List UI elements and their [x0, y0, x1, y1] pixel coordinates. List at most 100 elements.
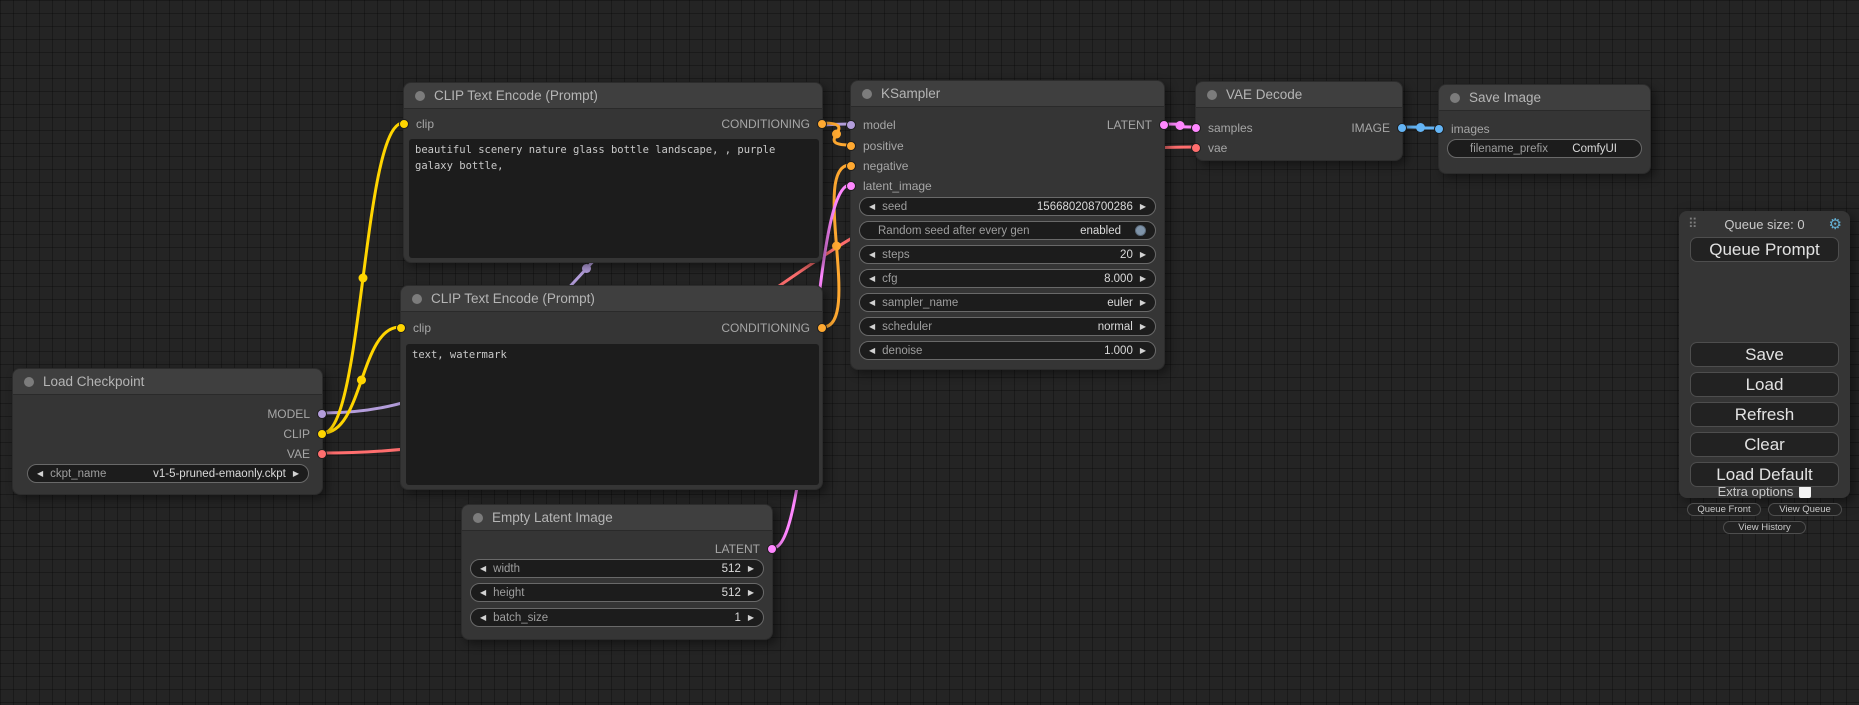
image-slot-dot[interactable] — [1397, 123, 1407, 133]
input-slot-samples[interactable]: samples — [1191, 121, 1253, 135]
vae-slot-dot[interactable] — [1191, 143, 1201, 153]
decrement-arrow-icon[interactable]: ◀ — [480, 589, 486, 597]
load-default-button[interactable]: Load Default — [1690, 462, 1839, 487]
decrement-arrow-icon[interactable]: ◀ — [869, 275, 875, 283]
node-title-bar[interactable]: Load Checkpoint — [13, 369, 322, 395]
decrement-arrow-icon[interactable]: ◀ — [480, 565, 486, 573]
node-title-bar[interactable]: Empty Latent Image — [462, 505, 772, 531]
steps-widget[interactable]: ◀ steps 20 ▶ — [859, 245, 1156, 264]
collapse-dot-icon[interactable] — [415, 91, 425, 101]
node-title-bar[interactable]: Save Image — [1439, 85, 1650, 111]
refresh-button[interactable]: Refresh — [1690, 402, 1839, 427]
latent-slot-dot[interactable] — [846, 181, 856, 191]
increment-arrow-icon[interactable]: ▶ — [293, 470, 299, 478]
increment-arrow-icon[interactable]: ▶ — [1140, 203, 1146, 211]
increment-arrow-icon[interactable]: ▶ — [1140, 323, 1146, 331]
decrement-arrow-icon[interactable]: ◀ — [37, 470, 43, 478]
cfg-widget[interactable]: ◀ cfg 8.000 ▶ — [859, 269, 1156, 288]
ckpt-name-widget[interactable]: ◀ ckpt_name v1-5-pruned-emaonly.ckpt ▶ — [27, 464, 309, 483]
input-slot-model[interactable]: model — [846, 118, 896, 132]
output-slot-latent[interactable]: LATENT — [1107, 118, 1169, 132]
denoise-widget[interactable]: ◀ denoise 1.000 ▶ — [859, 341, 1156, 360]
clip-slot-dot[interactable] — [317, 429, 327, 439]
sampler-name-widget[interactable]: ◀ sampler_name euler ▶ — [859, 293, 1156, 312]
seed-widget[interactable]: ◀ seed 156680208700286 ▶ — [859, 197, 1156, 216]
node-ksampler[interactable]: KSampler model positive negative latent_… — [850, 80, 1165, 370]
filename-prefix-widget[interactable]: filename_prefix ComfyUI — [1447, 139, 1642, 158]
input-slot-positive[interactable]: positive — [846, 139, 904, 153]
height-widget[interactable]: ◀ height 512 ▶ — [470, 583, 764, 602]
node-vae-decode[interactable]: VAE Decode samples vae IMAGE — [1195, 81, 1403, 161]
node-graph-canvas[interactable]: Load Checkpoint MODEL CLIP VAE ◀ ckpt_na… — [0, 0, 1859, 705]
width-widget[interactable]: ◀ width 512 ▶ — [470, 559, 764, 578]
node-clip-text-encode-positive[interactable]: CLIP Text Encode (Prompt) clip CONDITION… — [403, 82, 823, 263]
collapse-dot-icon[interactable] — [412, 294, 422, 304]
decrement-arrow-icon[interactable]: ◀ — [869, 347, 875, 355]
input-slot-negative[interactable]: negative — [846, 159, 908, 173]
save-button[interactable]: Save — [1690, 342, 1839, 367]
node-empty-latent-image[interactable]: Empty Latent Image LATENT ◀ width 512 ▶ … — [461, 504, 773, 640]
queue-panel[interactable]: ⠿ Queue size: 0 ⚙ Queue Prompt Extra opt… — [1679, 211, 1850, 498]
model-slot-dot[interactable] — [846, 120, 856, 130]
increment-arrow-icon[interactable]: ▶ — [748, 614, 754, 622]
node-load-checkpoint[interactable]: Load Checkpoint MODEL CLIP VAE ◀ ckpt_na… — [12, 368, 323, 495]
increment-arrow-icon[interactable]: ▶ — [1140, 275, 1146, 283]
clear-button[interactable]: Clear — [1690, 432, 1839, 457]
node-title-bar[interactable]: VAE Decode — [1196, 82, 1402, 108]
input-slot-latent-image[interactable]: latent_image — [846, 179, 932, 193]
conditioning-slot-dot[interactable] — [817, 323, 827, 333]
increment-arrow-icon[interactable]: ▶ — [1140, 251, 1146, 259]
node-title-bar[interactable]: KSampler — [851, 81, 1164, 107]
prompt-textarea[interactable]: beautiful scenery nature glass bottle la… — [409, 139, 819, 258]
increment-arrow-icon[interactable]: ▶ — [748, 589, 754, 597]
latent-slot-dot[interactable] — [767, 544, 777, 554]
increment-arrow-icon[interactable]: ▶ — [1140, 347, 1146, 355]
scheduler-widget[interactable]: ◀ scheduler normal ▶ — [859, 317, 1156, 336]
collapse-dot-icon[interactable] — [1450, 93, 1460, 103]
increment-arrow-icon[interactable]: ▶ — [748, 565, 754, 573]
output-slot-image[interactable]: IMAGE — [1351, 121, 1407, 135]
vae-slot-dot[interactable] — [317, 449, 327, 459]
output-slot-clip[interactable]: CLIP — [283, 427, 327, 441]
input-slot-clip[interactable]: clip — [399, 117, 434, 131]
queue-prompt-button[interactable]: Queue Prompt — [1690, 237, 1839, 262]
node-title-bar[interactable]: CLIP Text Encode (Prompt) — [404, 83, 822, 109]
view-history-button[interactable]: View History — [1723, 521, 1806, 534]
view-queue-button[interactable]: View Queue — [1768, 503, 1842, 516]
collapse-dot-icon[interactable] — [473, 513, 483, 523]
load-button[interactable]: Load — [1690, 372, 1839, 397]
output-slot-vae[interactable]: VAE — [287, 447, 327, 461]
random-seed-widget[interactable]: Random seed after every gen enabled — [859, 221, 1156, 240]
decrement-arrow-icon[interactable]: ◀ — [869, 299, 875, 307]
output-slot-latent[interactable]: LATENT — [715, 542, 777, 556]
batch-size-widget[interactable]: ◀ batch_size 1 ▶ — [470, 608, 764, 627]
decrement-arrow-icon[interactable]: ◀ — [869, 323, 875, 331]
random-seed-toggle[interactable] — [1135, 225, 1146, 236]
decrement-arrow-icon[interactable]: ◀ — [869, 251, 875, 259]
model-slot-dot[interactable] — [317, 409, 327, 419]
output-slot-conditioning[interactable]: CONDITIONING — [721, 117, 827, 131]
collapse-dot-icon[interactable] — [862, 89, 872, 99]
input-slot-images[interactable]: images — [1434, 122, 1490, 136]
latent-slot-dot[interactable] — [1191, 123, 1201, 133]
input-slot-vae[interactable]: vae — [1191, 141, 1227, 155]
node-save-image[interactable]: Save Image images filename_prefix ComfyU… — [1438, 84, 1651, 174]
output-slot-model[interactable]: MODEL — [267, 407, 327, 421]
clip-slot-dot[interactable] — [396, 323, 406, 333]
decrement-arrow-icon[interactable]: ◀ — [480, 614, 486, 622]
clip-slot-dot[interactable] — [399, 119, 409, 129]
settings-gear-icon[interactable]: ⚙ — [1829, 215, 1842, 233]
prompt-textarea[interactable]: text, watermark — [406, 344, 819, 485]
latent-slot-dot[interactable] — [1159, 120, 1169, 130]
node-title-bar[interactable]: CLIP Text Encode (Prompt) — [401, 286, 822, 312]
conditioning-slot-dot[interactable] — [846, 161, 856, 171]
collapse-dot-icon[interactable] — [24, 377, 34, 387]
collapse-dot-icon[interactable] — [1207, 90, 1217, 100]
queue-front-button[interactable]: Queue Front — [1687, 503, 1761, 516]
decrement-arrow-icon[interactable]: ◀ — [869, 203, 875, 211]
input-slot-clip[interactable]: clip — [396, 321, 431, 335]
extra-options-checkbox[interactable] — [1799, 486, 1811, 498]
increment-arrow-icon[interactable]: ▶ — [1140, 299, 1146, 307]
node-clip-text-encode-negative[interactable]: CLIP Text Encode (Prompt) clip CONDITION… — [400, 285, 823, 490]
conditioning-slot-dot[interactable] — [817, 119, 827, 129]
